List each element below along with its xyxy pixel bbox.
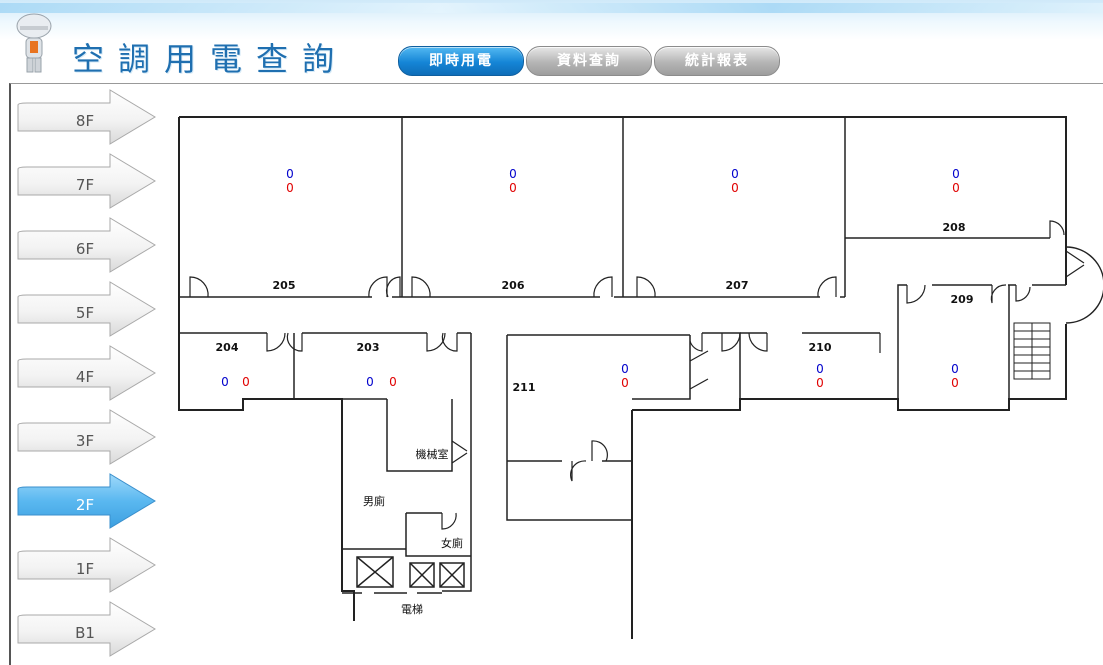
tab-realtime-power[interactable]: 即時用電 (398, 46, 524, 76)
room-number: 208 (943, 221, 966, 234)
main-frame: 8F 7F 6F 5F 4F 3F 2F 1F B1 0 0 205 0 0 2… (9, 83, 1103, 665)
room-red-value: 0 (952, 181, 960, 195)
room-206[interactable]: 0 0 206 (502, 167, 525, 292)
room-blue-value: 0 (731, 167, 739, 181)
room-red-value: 0 (389, 375, 397, 389)
header-decoration (0, 3, 1103, 13)
room-blue-value: 0 (366, 375, 374, 389)
room-203[interactable]: 203 0 0 (357, 341, 397, 389)
room-207[interactable]: 0 0 207 (726, 167, 749, 292)
room-red-value: 0 (242, 375, 250, 389)
room-number: 209 (951, 293, 974, 306)
room-blue-value: 0 (952, 167, 960, 181)
room-number: 206 (502, 279, 525, 292)
mascot-icon (16, 13, 52, 73)
tab-statistics-report[interactable]: 統計報表 (654, 46, 780, 76)
room-number: 203 (357, 341, 380, 354)
room-red-value: 0 (509, 181, 517, 195)
room-210[interactable]: 210 0 0 (809, 341, 832, 390)
room-blue-value: 0 (221, 375, 229, 389)
room-blue-value: 0 (816, 362, 824, 376)
womens-restroom-label: 女廁 (441, 536, 463, 550)
room-red-value: 0 (731, 181, 739, 195)
room-number: 204 (216, 341, 239, 354)
app-title: 空調用電查詢 (72, 40, 349, 78)
room-red-value: 0 (621, 376, 629, 390)
room-blue-value: 0 (509, 167, 517, 181)
mens-restroom-label: 男廁 (363, 494, 385, 508)
room-red-value: 0 (286, 181, 294, 195)
room-209[interactable]: 209 0 0 (951, 293, 974, 390)
room-red-value: 0 (816, 376, 824, 390)
room-number: 205 (273, 279, 296, 292)
room-number: 211 (513, 381, 536, 394)
room-blue-value: 0 (951, 362, 959, 376)
machine-room-label: 機械室 (416, 447, 449, 461)
tab-data-query[interactable]: 資料查詢 (526, 46, 652, 76)
room-208[interactable]: 0 0 208 (943, 167, 966, 234)
room-211[interactable]: 0 0 211 (513, 362, 629, 394)
room-red-value: 0 (951, 376, 959, 390)
room-204[interactable]: 204 0 0 (216, 341, 250, 389)
room-205[interactable]: 0 0 205 (273, 167, 296, 292)
room-number: 210 (809, 341, 832, 354)
room-blue-value: 0 (621, 362, 629, 376)
room-labels: 0 0 205 0 0 206 0 0 207 0 0 208 204 0 0 … (216, 167, 974, 616)
elevator-label: 電梯 (401, 603, 423, 616)
room-number: 207 (726, 279, 749, 292)
room-blue-value: 0 (286, 167, 294, 181)
